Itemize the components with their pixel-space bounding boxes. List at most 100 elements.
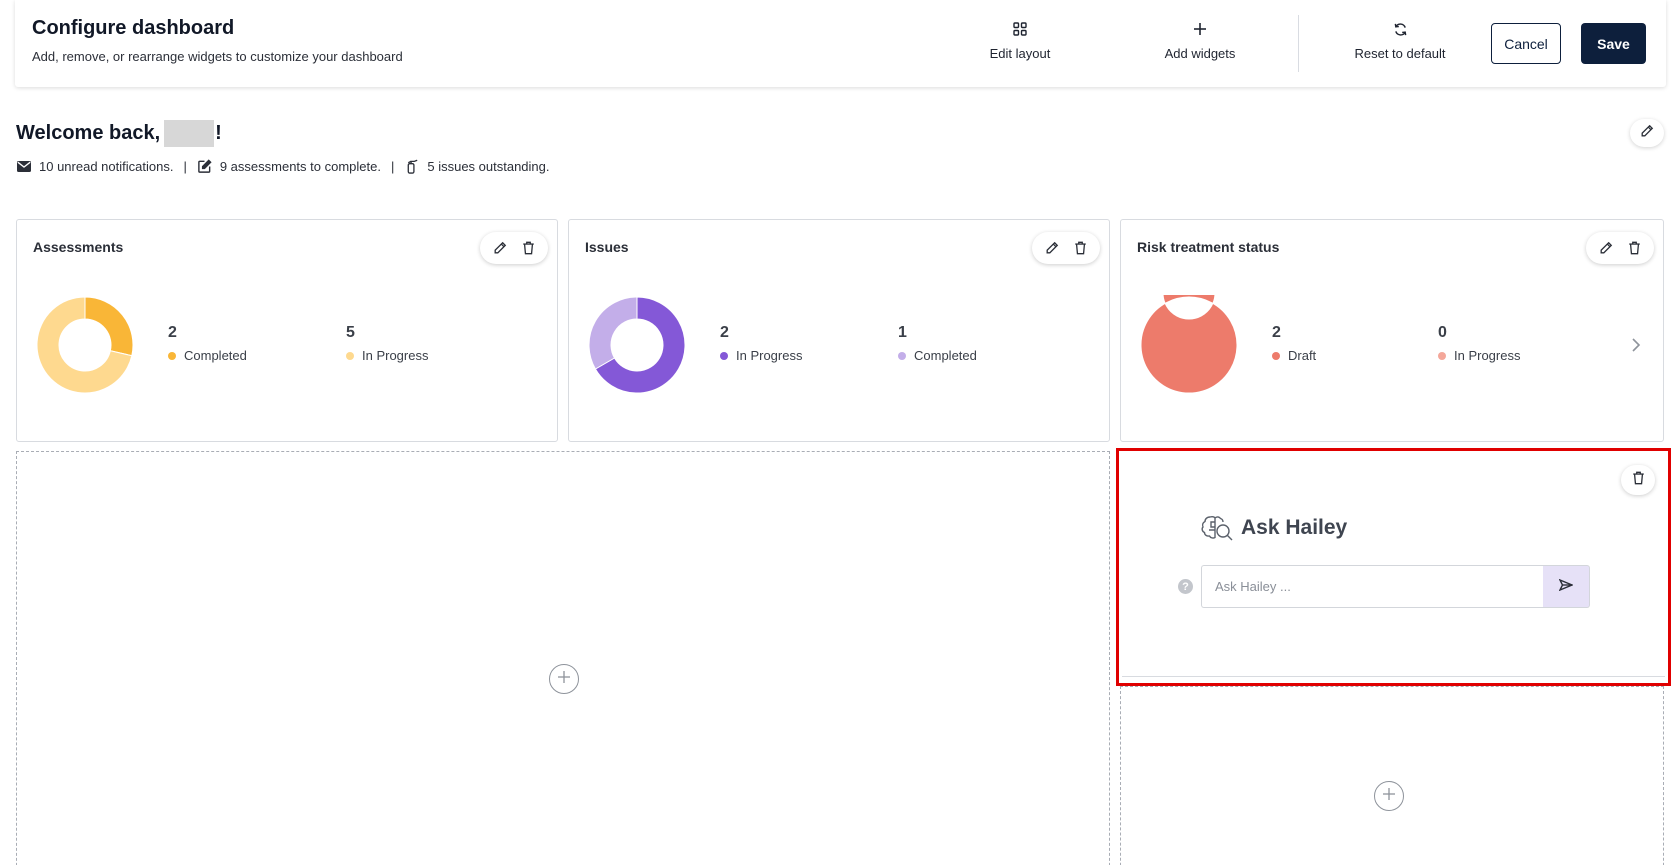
layout-grid-icon [1011,20,1029,38]
add-widgets-button[interactable]: Add widgets [1160,20,1240,61]
legend-dot [168,351,176,360]
save-button[interactable]: Save [1581,23,1646,64]
widget-title: Issues [585,239,629,255]
ask-hailey-input[interactable] [1201,565,1543,608]
envelope-icon [16,158,32,174]
widget-metric: 2 Completed [168,324,247,363]
widget-toolbar [480,232,548,264]
widget-metric: 0 In Progress [1438,324,1520,363]
metric-label: Completed [914,348,977,363]
widget-metric: 2 In Progress [720,324,802,363]
issues-text: 5 issues outstanding. [427,158,550,174]
trash-icon [1632,471,1645,490]
ask-hailey-heading: Ask Hailey [1200,513,1347,543]
add-widget-button[interactable] [1374,781,1404,811]
legend-dot [1272,351,1280,360]
trash-icon[interactable] [1623,237,1645,259]
brain-search-icon [1200,513,1234,543]
ask-hailey-widget[interactable]: Ask Hailey ? [1122,453,1665,677]
empty-widget-slot-small[interactable] [1120,686,1664,865]
edit-layout-button[interactable]: Edit layout [980,20,1060,61]
risk-treatment-status-widget[interactable]: Risk treatment status 2 Draft 0 In Progr… [1120,219,1664,442]
send-button[interactable] [1543,565,1590,608]
reset-to-default-button[interactable]: Reset to default [1345,20,1455,61]
plus-icon [557,670,571,689]
edit-layout-label: Edit layout [989,46,1051,61]
pencil-icon[interactable] [1041,237,1063,259]
metric-value: 0 [1438,324,1447,341]
send-icon [1558,578,1574,596]
configure-dashboard-header: Configure dashboard Add, remove, or rear… [15,0,1666,87]
stat-separator: | [183,158,187,174]
risk-treatment-donut-chart [1140,295,1238,394]
issues-stat[interactable]: 5 issues outstanding. [404,158,550,174]
metric-value: 2 [720,324,729,341]
widget-metric: 2 Draft [1272,324,1316,363]
welcome-heading: Welcome back, ! [16,120,222,147]
issues-donut-chart [588,296,686,394]
metric-label: In Progress [1454,348,1521,363]
widget-title: Assessments [33,239,124,255]
donut-slice [588,296,638,370]
metric-value: 5 [346,324,355,341]
widget-toolbar [1586,232,1654,264]
add-widgets-label: Add widgets [1164,46,1236,61]
help-icon[interactable]: ? [1178,579,1193,594]
ask-hailey-title: Ask Hailey [1241,516,1348,539]
pencil-icon[interactable] [1595,237,1617,259]
page-subtitle: Add, remove, or rearrange widgets to cus… [32,49,403,64]
header-divider [1298,15,1299,72]
metric-value: 2 [168,324,177,341]
metric-legend: In Progress [1438,348,1520,363]
add-widget-button[interactable] [549,664,579,694]
issues-widget[interactable]: Issues 2 In Progress 1 Completed [568,219,1110,442]
notifications-stat[interactable]: 10 unread notifications. [16,158,173,174]
legend-dot [1438,351,1446,360]
page-title: Configure dashboard [32,17,235,39]
donut-slice [84,296,134,357]
reset-to-default-label: Reset to default [1354,46,1446,61]
widget-metric: 1 Completed [898,324,977,363]
plus-icon [1382,787,1396,806]
assessments-stat[interactable]: 9 assessments to complete. [197,158,381,174]
metric-label: Draft [1288,348,1317,363]
refresh-icon [1391,20,1409,38]
metric-label: Completed [184,348,247,363]
chevron-right-icon[interactable] [1629,337,1643,353]
trash-icon[interactable] [517,237,539,259]
metric-legend: In Progress [720,348,802,363]
legend-dot [346,351,354,360]
pencil-icon[interactable] [489,237,511,259]
trash-icon[interactable] [1069,237,1091,259]
legend-dot [720,351,728,360]
stat-separator: | [390,158,395,174]
redacted-user-name [164,120,215,147]
widget-metric: 5 In Progress [346,324,428,363]
metric-legend: Draft [1272,348,1316,363]
notifications-text: 10 unread notifications. [39,158,174,174]
metric-value: 2 [1272,324,1281,341]
metric-legend: Completed [898,348,977,363]
cancel-button[interactable]: Cancel [1491,23,1561,64]
metric-value: 1 [898,324,907,341]
metric-label: In Progress [736,348,803,363]
welcome-suffix: ! [215,122,222,144]
welcome-stats: 10 unread notifications. | 9 assessments… [16,158,550,174]
assessments-text: 9 assessments to complete. [219,158,381,174]
pencil-icon [1640,124,1654,143]
widget-toolbar [1032,232,1100,264]
edit-welcome-button[interactable] [1630,119,1664,147]
metric-legend: In Progress [346,348,428,363]
edit-square-icon [197,158,213,174]
fire-extinguisher-icon [404,158,420,174]
widget-title: Risk treatment status [1137,239,1280,255]
assessments-donut-chart [36,296,134,394]
assessments-widget[interactable]: Assessments 2 Completed 5 In Progress [16,219,558,442]
empty-widget-slot-large[interactable] [16,451,1110,865]
welcome-greeting: Welcome back, [16,122,161,144]
legend-dot [898,351,906,360]
plus-icon [1191,20,1209,38]
delete-widget-button[interactable] [1621,465,1655,495]
metric-label: In Progress [362,348,429,363]
metric-legend: Completed [168,348,247,363]
